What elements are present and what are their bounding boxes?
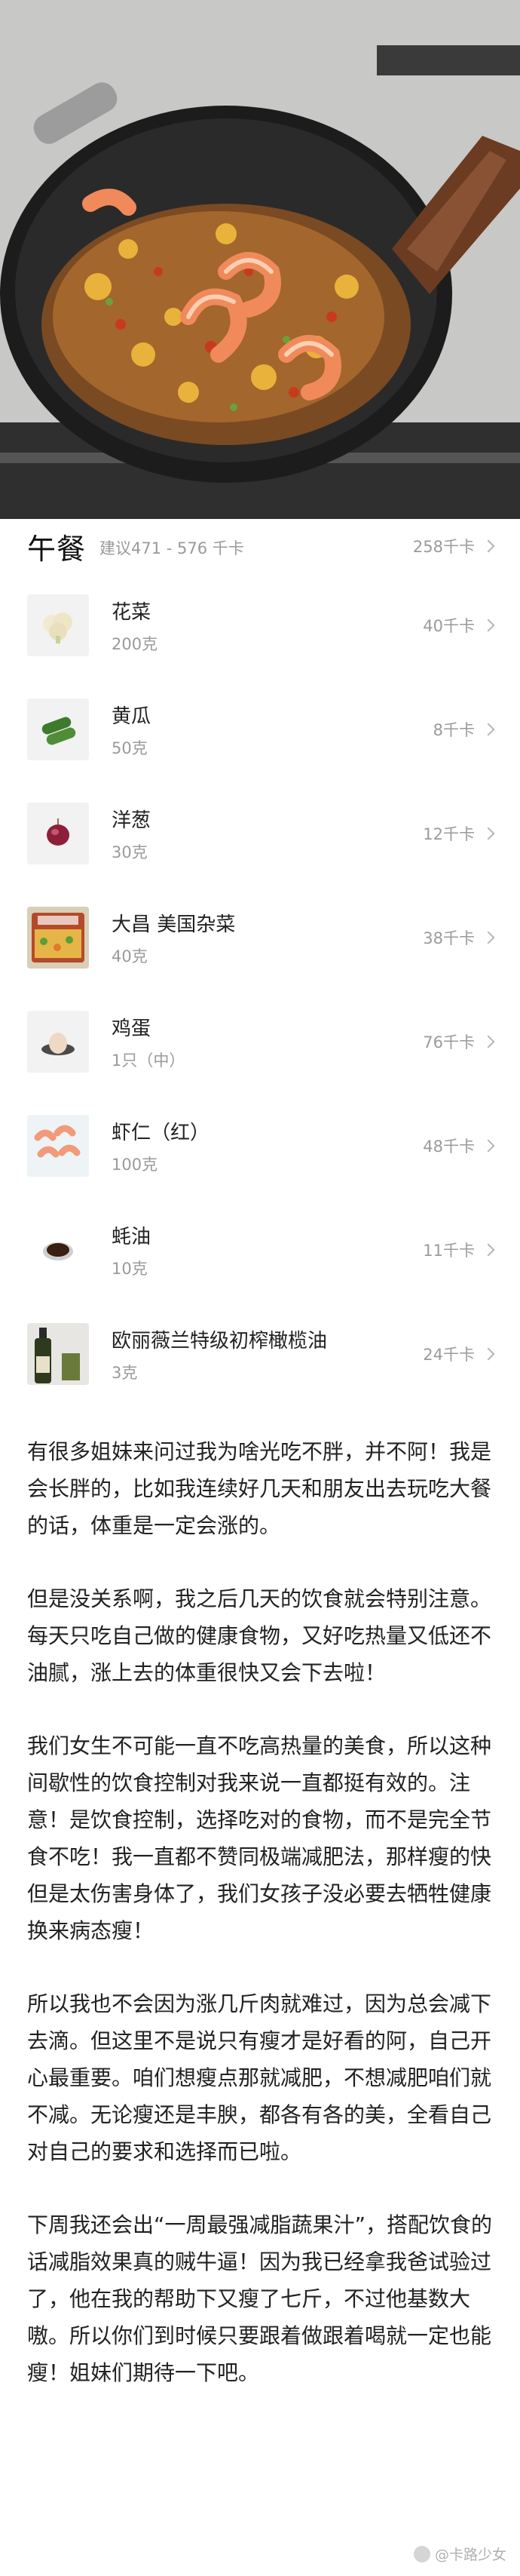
- food-calories: 38千卡: [423, 929, 475, 947]
- meal-total[interactable]: 258千卡: [412, 535, 495, 557]
- meal-suggestion: 建议471 - 576 千卡: [99, 539, 244, 557]
- olive-oil-icon: [27, 1323, 89, 1385]
- food-calories: 48千卡: [423, 1138, 475, 1156]
- onion-icon: [27, 803, 89, 864]
- food-quantity: 200克: [112, 634, 158, 653]
- watermark: @卡路少女: [413, 2544, 506, 2564]
- food-quantity: 1只（中）: [112, 1051, 185, 1070]
- food-calories: 12千卡: [423, 825, 475, 843]
- food-name: 黄瓜: [112, 705, 151, 728]
- egg-icon: [27, 1011, 89, 1073]
- chevron-right-icon: [482, 539, 495, 553]
- hero-photo: [0, 0, 520, 519]
- weibo-logo-icon: [413, 2545, 430, 2562]
- shrimp-icon: [27, 1115, 89, 1177]
- article-paragraph: 但是没关系啊，我之后几天的饮食就会特别注意。每天只吃自己做的健康食物，又好吃热量…: [27, 1586, 492, 1685]
- chevron-right-icon: [482, 1347, 495, 1361]
- chevron-right-icon: [482, 1035, 495, 1049]
- article-paragraph: 下周我还会出“一周最强减脂蔬果汁”，搭配饮食的话减脂效果真的贼牛逼！因为我已经拿…: [27, 2212, 493, 2385]
- food-calories: 76千卡: [423, 1033, 475, 1052]
- food-calories: 8千卡: [433, 721, 475, 739]
- food-calories: 40千卡: [423, 617, 475, 635]
- article-paragraph: 有很多姐妹来问过我为啥光吃不胖，并不阿！我是会长胖的，比如我连续好几天和朋友出去…: [27, 1439, 492, 1538]
- oyster-sauce-icon: [27, 1219, 89, 1281]
- food-name: 鸡蛋: [112, 1017, 151, 1040]
- food-item[interactable]: 蚝油 10克 11千卡: [27, 1198, 495, 1302]
- food-item[interactable]: 鸡蛋 1只（中） 76千卡: [27, 990, 495, 1094]
- cauliflower-icon: [27, 594, 89, 656]
- article-paragraph: 所以我也不会因为涨几斤肉就难过，因为总会减下去滴。但这里不是说只有瘦才是好看的阿…: [27, 1991, 492, 2164]
- meal-total-value: 258千卡: [412, 538, 475, 556]
- food-item[interactable]: 黄瓜 50克 8千卡: [27, 677, 495, 781]
- cucumber-icon: [27, 698, 89, 760]
- meal-title: 午餐: [27, 532, 87, 566]
- food-name: 欧丽薇兰特级初榨橄榄油: [112, 1329, 328, 1352]
- chevron-right-icon: [482, 1243, 495, 1257]
- food-calories: 24千卡: [423, 1346, 475, 1364]
- chevron-right-icon: [482, 827, 495, 840]
- chevron-right-icon: [482, 619, 495, 632]
- food-name: 花菜: [112, 600, 151, 624]
- food-item[interactable]: 虾仁（红） 100克 48千卡: [27, 1094, 495, 1198]
- food-name: 洋葱: [112, 809, 151, 832]
- chevron-right-icon: [482, 931, 495, 944]
- meal-header[interactable]: 午餐 建议471 - 576 千卡 258千卡: [0, 519, 520, 573]
- food-name: 大昌 美国杂菜: [112, 913, 236, 936]
- food-item[interactable]: 欧丽薇兰特级初榨橄榄油 3克 24千卡: [27, 1302, 495, 1406]
- food-quantity: 40克: [112, 947, 148, 966]
- food-quantity: 100克: [112, 1155, 158, 1174]
- food-item[interactable]: 洋葱 30克 12千卡: [27, 781, 495, 886]
- article-paragraph: 我们女生不可能一直不吃高热量的美食，所以这种间歇性的饮食控制对我来说一直都挺有效…: [27, 1733, 492, 1943]
- article-body: 有很多姐妹来问过我为啥光吃不胖，并不阿！我是会长胖的，比如我连续好几天和朋友出去…: [0, 1406, 520, 2391]
- food-calories: 11千卡: [423, 1242, 475, 1260]
- food-item[interactable]: 大昌 美国杂菜 40克 38千卡: [27, 886, 495, 990]
- food-item[interactable]: 花菜 200克 40千卡: [27, 573, 495, 677]
- stir-fry-pan-illustration: [0, 0, 520, 519]
- food-quantity: 50克: [112, 738, 148, 757]
- mixed-vegetables-icon: [27, 907, 89, 969]
- watermark-text: @卡路少女: [434, 2547, 506, 2563]
- food-name: 虾仁（红）: [112, 1121, 210, 1144]
- food-quantity: 30克: [112, 843, 148, 861]
- food-quantity: 10克: [112, 1259, 148, 1278]
- food-list: 花菜 200克 40千卡 黄瓜 50克 8千卡 洋葱 30克 12千卡 大昌 美…: [0, 573, 520, 1406]
- food-quantity: 3克: [112, 1363, 138, 1382]
- chevron-right-icon: [482, 1139, 495, 1153]
- chevron-right-icon: [482, 723, 495, 736]
- food-name: 蚝油: [112, 1225, 151, 1248]
